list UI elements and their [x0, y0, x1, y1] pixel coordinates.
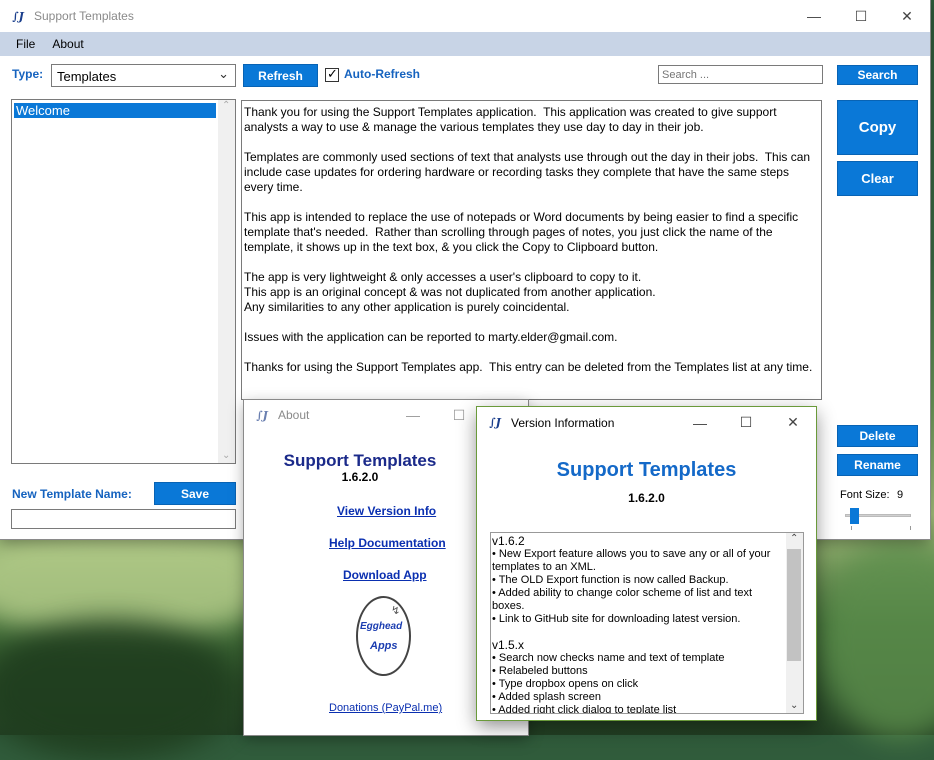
type-dropdown[interactable]: Templates ⌄: [51, 64, 236, 87]
template-list[interactable]: Welcome ⌃ ⌄: [11, 99, 236, 464]
lightning-icon: ↯: [391, 605, 401, 617]
new-template-label: New Template Name:: [12, 487, 132, 501]
template-paragraph: Thank you for using the Support Template…: [244, 105, 780, 134]
close-icon[interactable]: ✕: [884, 0, 930, 32]
slider-thumb[interactable]: [850, 508, 859, 524]
logo-line-1: Egghead: [360, 621, 403, 632]
notes-spacer: [492, 626, 786, 639]
notes-list-item: • Added ability to change color scheme o…: [492, 587, 753, 612]
new-template-input[interactable]: [11, 509, 236, 529]
notes-scroll-down-icon[interactable]: ⌄: [790, 700, 798, 711]
scroll-down-icon[interactable]: ⌄: [222, 450, 230, 461]
version-minimize-icon[interactable]: —: [677, 407, 723, 438]
about-maximize-icon[interactable]: ☐: [436, 400, 482, 430]
notes-version-heading: v1.6.2: [492, 534, 525, 548]
download-app-link[interactable]: Download App: [343, 568, 427, 582]
about-app-icon: ∫J: [256, 408, 268, 422]
template-text-area[interactable]: Thank you for using the Support Template…: [241, 100, 822, 400]
auto-refresh-checkbox[interactable]: ✓: [325, 66, 339, 82]
menu-file[interactable]: File: [0, 37, 44, 51]
clear-button[interactable]: Clear: [837, 161, 918, 196]
notes-list-item: • The OLD Export function is now called …: [492, 574, 729, 586]
list-scrollbar[interactable]: ⌃ ⌄: [218, 100, 235, 463]
version-app-name: Support Templates: [556, 459, 737, 481]
notes-scrollbar[interactable]: ⌃ ⌄: [786, 533, 803, 713]
font-size-label: Font Size:: [840, 489, 890, 501]
save-button[interactable]: Save: [154, 482, 236, 505]
app-icon: ∫J: [12, 9, 24, 23]
logo-line-2: Apps: [370, 640, 398, 652]
version-number: 1.6.2.0: [628, 491, 665, 505]
about-minimize-icon[interactable]: —: [390, 400, 436, 430]
version-notes: v1.6.2 • New Export feature allows you to…: [492, 535, 786, 714]
notes-list-item: • Relabeled buttons: [492, 665, 588, 677]
notes-list-item: • New Export feature allows you to save …: [492, 548, 771, 573]
notes-list-item: • Added right click dialog to teplate li…: [492, 704, 677, 714]
search-input[interactable]: [658, 65, 823, 84]
maximize-icon[interactable]: ☐: [838, 0, 884, 32]
donations-link[interactable]: Donations (PayPal.me): [329, 702, 442, 714]
slider-ticks: [851, 526, 911, 530]
notes-list-item: • Search now checks name and text of tem…: [492, 652, 725, 664]
checkmark-icon: ✓: [327, 66, 338, 81]
notes-list-item: • Link to GitHub site for downloading la…: [492, 613, 741, 625]
about-app-name: Support Templates: [283, 451, 437, 470]
menu-about[interactable]: About: [44, 37, 92, 51]
scroll-up-icon[interactable]: ⌃: [222, 100, 230, 111]
copy-button[interactable]: Copy: [837, 100, 918, 155]
version-title: Version Information: [511, 415, 615, 430]
type-dropdown-value: Templates: [57, 69, 117, 84]
template-text: Thank you for using the Support Template…: [244, 105, 819, 390]
chevron-down-icon: ⌄: [218, 66, 229, 81]
notes-scroll-up-icon[interactable]: ⌃: [790, 533, 798, 544]
rename-button[interactable]: Rename: [837, 454, 918, 476]
search-button[interactable]: Search: [837, 65, 918, 85]
template-paragraph: Thanks for using the Support Templates a…: [244, 360, 813, 374]
template-paragraph: Issues with the application can be repor…: [244, 330, 618, 344]
refresh-button[interactable]: Refresh: [243, 64, 318, 87]
view-version-link[interactable]: View Version Info: [337, 504, 436, 518]
version-close-icon[interactable]: ✕: [770, 407, 816, 438]
minimize-icon[interactable]: —: [791, 0, 837, 32]
delete-button[interactable]: Delete: [837, 425, 918, 447]
template-paragraph: This app is intended to replace the use …: [244, 210, 802, 254]
notes-version-heading: v1.5.x: [492, 638, 525, 652]
notes-list-item: • Added splash screen: [492, 691, 602, 703]
help-documentation-link[interactable]: Help Documentation: [329, 536, 446, 550]
template-paragraph: The app is very lightweight & only acces…: [244, 270, 656, 314]
template-paragraph: Templates are commonly used sections of …: [244, 150, 814, 194]
about-title: About: [278, 408, 310, 422]
version-window: ∫J Version Information — ☐ ✕ Support Tem…: [477, 407, 816, 720]
notes-scroll-thumb[interactable]: [787, 549, 801, 661]
about-version: 1.6.2.0: [341, 470, 379, 484]
type-label: Type:: [12, 67, 44, 81]
list-item[interactable]: Welcome: [14, 103, 216, 118]
font-size-slider[interactable]: [845, 508, 911, 530]
version-app-icon: ∫J: [489, 416, 501, 429]
version-maximize-icon[interactable]: ☐: [723, 407, 769, 438]
egghead-logo: Egghead Apps ↯: [356, 596, 411, 676]
version-notes-box[interactable]: v1.6.2 • New Export feature allows you to…: [490, 532, 804, 714]
menubar: File About: [0, 32, 930, 56]
font-size-value: 9: [897, 489, 904, 501]
auto-refresh-label[interactable]: Auto-Refresh: [344, 67, 420, 81]
window-title: Support Templates: [34, 9, 134, 23]
notes-list-item: • Type dropbox opens on click: [492, 678, 639, 690]
